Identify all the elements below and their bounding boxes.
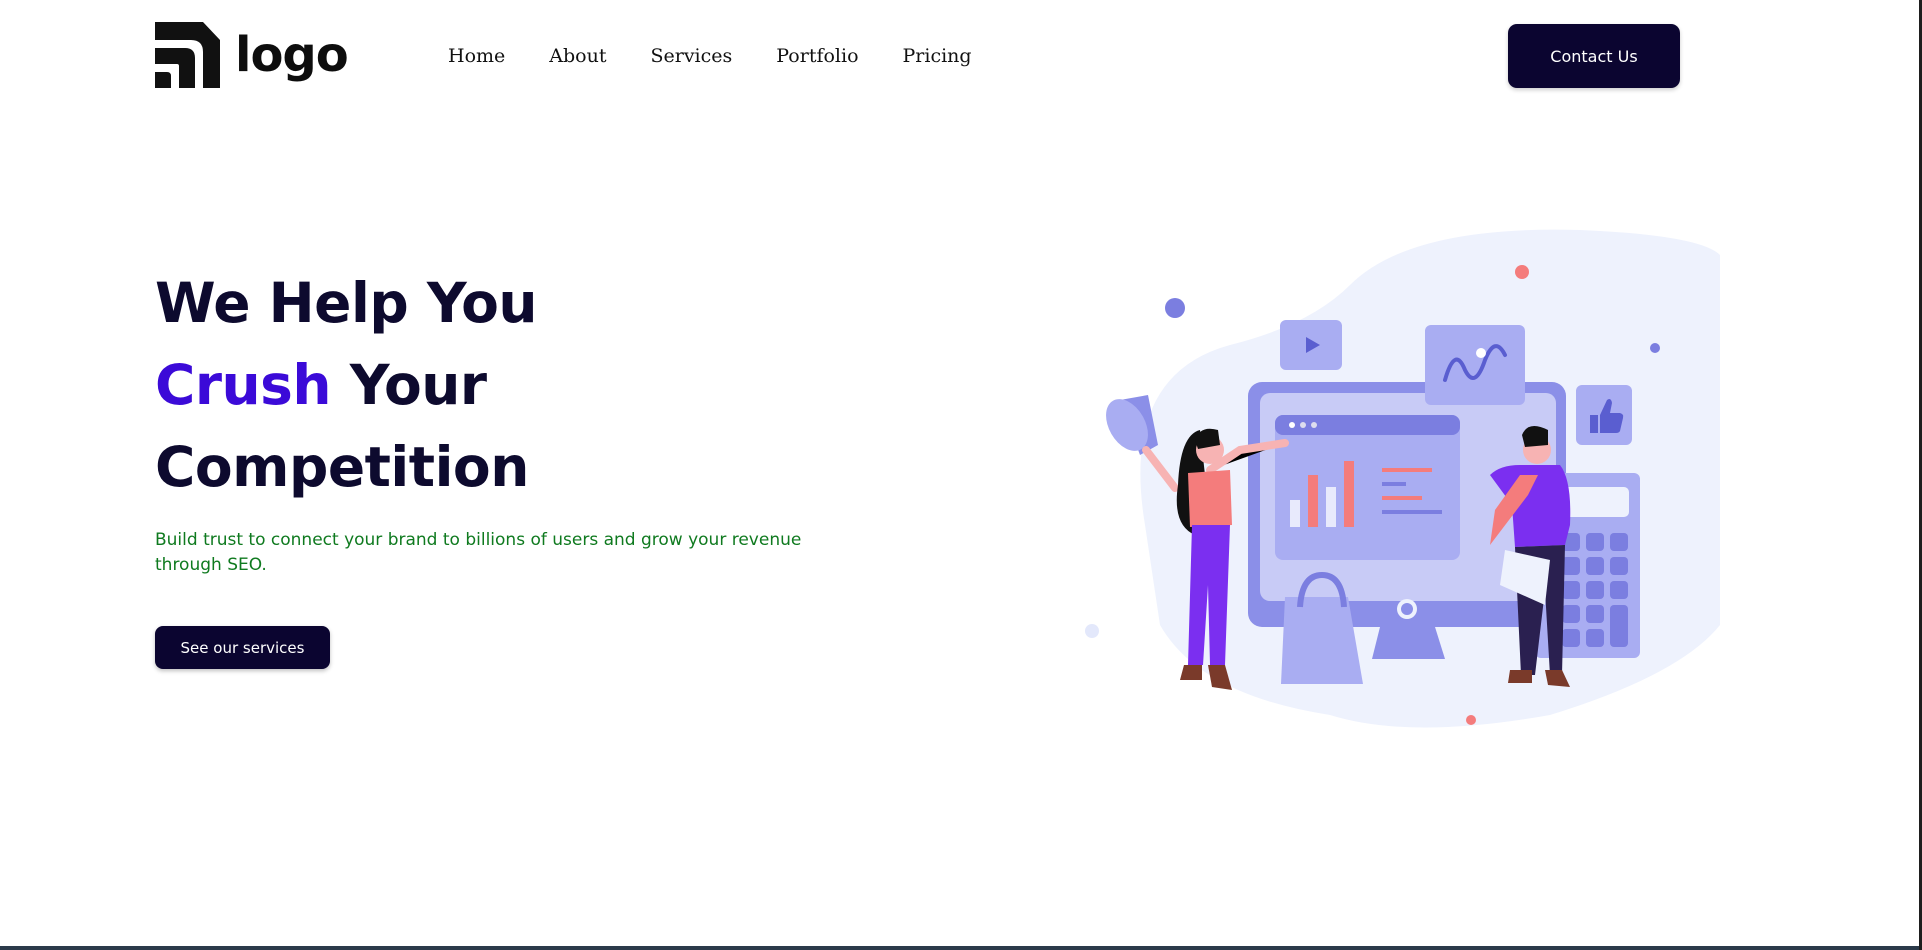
main-nav: Home About Services Portfolio Pricing [448, 45, 972, 67]
wave-chart-icon [1425, 325, 1525, 405]
thumbs-up-icon [1576, 385, 1632, 445]
decor-dot [1515, 265, 1529, 279]
see-services-button[interactable]: See our services [155, 626, 330, 669]
decor-dot [1165, 298, 1185, 318]
nav-portfolio[interactable]: Portfolio [776, 45, 858, 67]
hero-title-line2: Your [331, 353, 487, 417]
hero-title: We Help You Crush Your Competition [155, 262, 538, 508]
nav-about[interactable]: About [549, 45, 606, 67]
hero-title-line1: We Help You [155, 271, 538, 335]
hero-illustration [1085, 229, 1720, 728]
play-icon [1280, 320, 1342, 370]
nav-services[interactable]: Services [650, 45, 732, 67]
decor-dot [1085, 624, 1099, 638]
hero-title-accent: Crush [155, 353, 332, 417]
logo[interactable]: logo [155, 22, 349, 88]
bottom-edge-divider [0, 946, 1922, 950]
nav-home[interactable]: Home [448, 45, 505, 67]
site-header: logo Home About Services Portfolio Prici… [0, 0, 1922, 112]
decor-dot [1466, 715, 1476, 725]
logo-icon [155, 22, 220, 88]
hero-title-line3: Competition [155, 435, 529, 499]
logo-text: logo [235, 27, 349, 83]
nav-pricing[interactable]: Pricing [903, 45, 972, 67]
decor-dot [1650, 343, 1660, 353]
hero-subtitle: Build trust to connect your brand to bil… [155, 530, 802, 575]
contact-us-button[interactable]: Contact Us [1508, 24, 1680, 88]
